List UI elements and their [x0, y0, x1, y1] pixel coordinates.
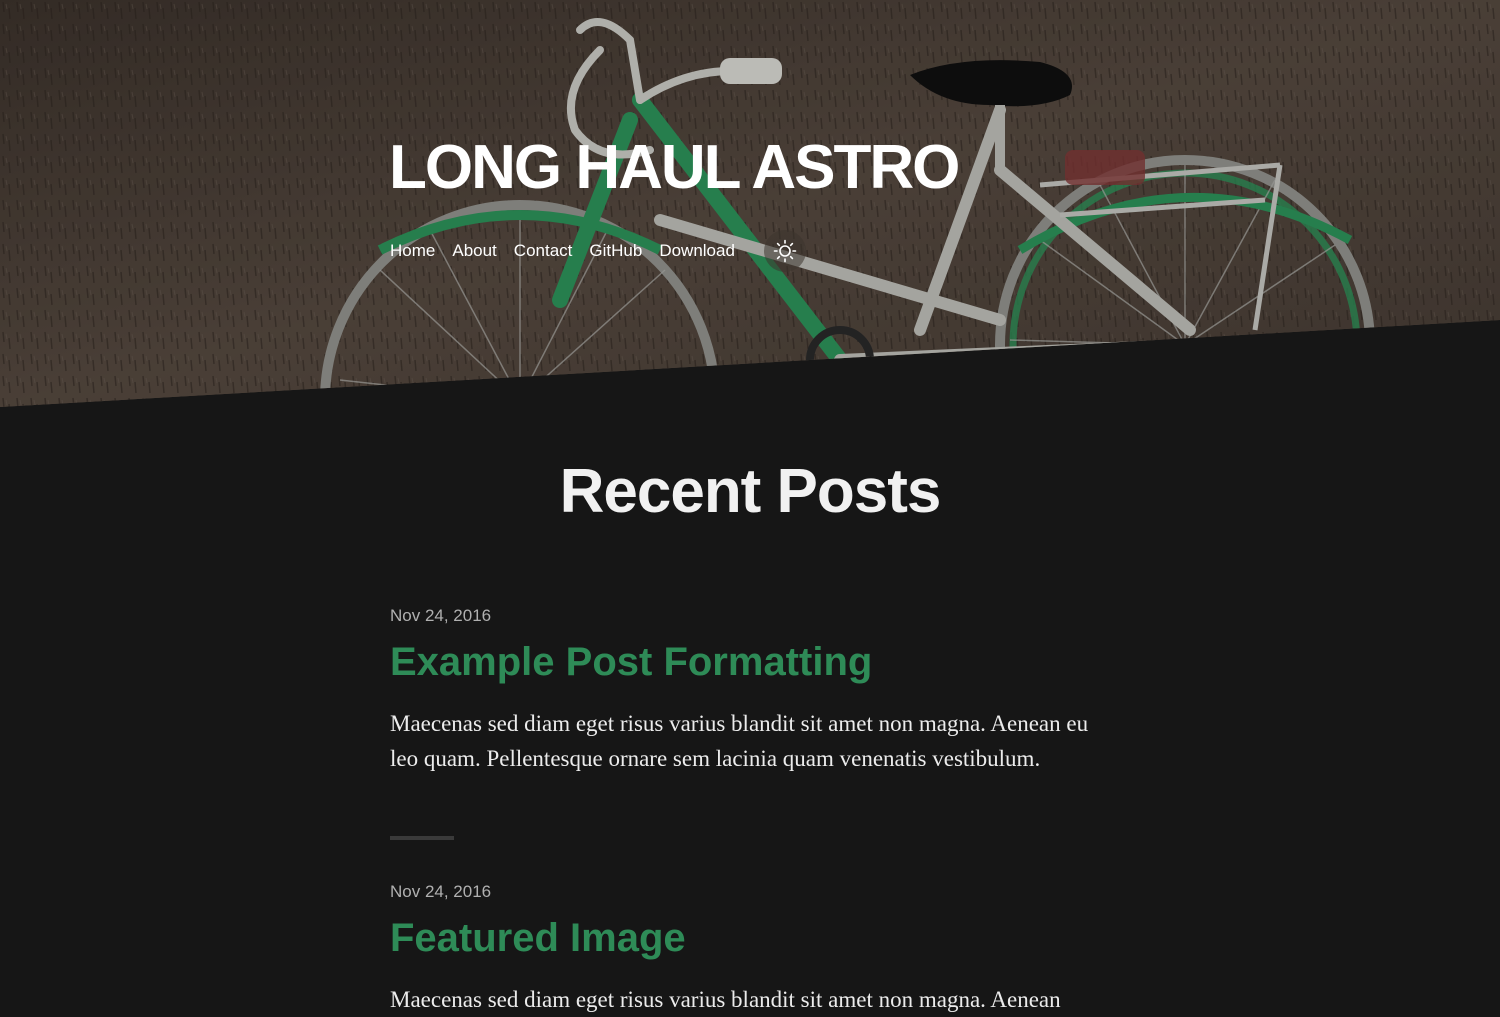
theme-toggle-button[interactable] [763, 230, 806, 272]
post-item: Nov 24, 2016 Example Post Formatting Mae… [390, 606, 1120, 776]
nav-contact-link[interactable]: Contact [514, 241, 573, 261]
post-divider [390, 836, 454, 840]
nav-about-link[interactable]: About [452, 241, 496, 261]
post-title-link[interactable]: Featured Image [390, 914, 1120, 962]
post-item: Nov 24, 2016 Featured Image Maecenas sed… [390, 882, 1120, 1017]
sun-icon [773, 239, 797, 263]
nav-home-link[interactable]: Home [390, 241, 435, 261]
site-title[interactable]: LONG HAUL ASTRO [389, 132, 960, 204]
post-excerpt: Maecenas sed diam eget risus varius blan… [390, 711, 1089, 771]
recent-posts-heading: Recent Posts [559, 457, 942, 526]
post-title-link[interactable]: Example Post Formatting [390, 638, 1120, 686]
nav-download-link[interactable]: Download [659, 241, 735, 261]
hero-banner: LONG HAUL ASTRO Home About Contact GitHu… [0, 0, 1500, 407]
post-date: Nov 24, 2016 [390, 882, 492, 901]
main-nav: Home About Contact GitHub Download [390, 230, 806, 272]
hero-overlay [0, 0, 1500, 407]
post-date: Nov 24, 2016 [390, 606, 492, 625]
nav-github-link[interactable]: GitHub [589, 241, 642, 261]
